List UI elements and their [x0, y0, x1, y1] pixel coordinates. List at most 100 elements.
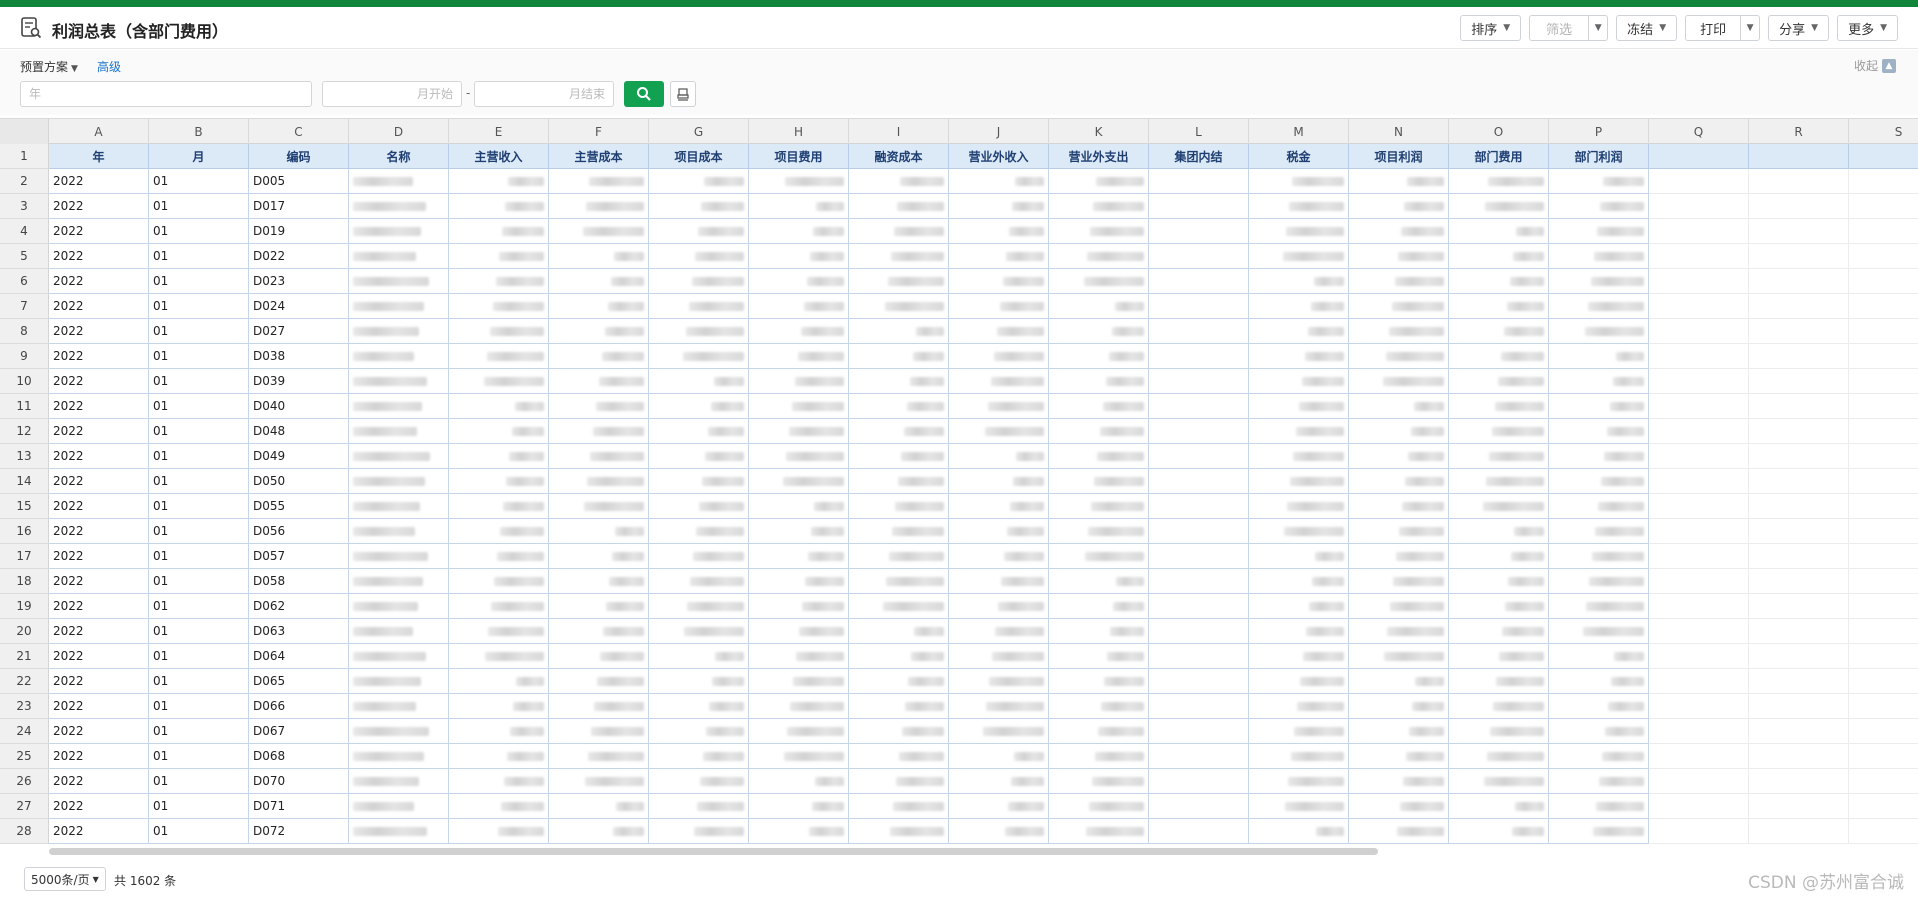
empty-cell[interactable] [1649, 769, 1749, 794]
redacted-cell[interactable] [349, 369, 449, 394]
share-button[interactable]: 分享 ▼ [1768, 15, 1830, 41]
empty-cell[interactable] [1849, 394, 1918, 419]
redacted-cell[interactable] [1549, 544, 1649, 569]
redacted-cell[interactable] [1249, 719, 1349, 744]
redacted-cell[interactable] [1349, 519, 1449, 544]
redacted-cell[interactable] [649, 669, 749, 694]
header-cell[interactable]: 主营成本 [549, 144, 649, 169]
redacted-cell[interactable] [649, 644, 749, 669]
month-cell[interactable]: 01 [149, 219, 249, 244]
redacted-cell[interactable] [449, 344, 549, 369]
redacted-cell[interactable] [1549, 694, 1649, 719]
redacted-cell[interactable] [349, 819, 449, 844]
redacted-cell[interactable] [749, 569, 849, 594]
redacted-cell[interactable] [649, 369, 749, 394]
column-header-a[interactable]: A [49, 119, 149, 144]
empty-cell[interactable] [1149, 794, 1249, 819]
redacted-cell[interactable] [549, 194, 649, 219]
redacted-cell[interactable] [1249, 319, 1349, 344]
redacted-cell[interactable] [1349, 219, 1449, 244]
empty-cell[interactable] [1149, 269, 1249, 294]
code-cell[interactable]: D019 [249, 219, 349, 244]
column-header-l[interactable]: L [1149, 119, 1249, 144]
column-header-g[interactable]: G [649, 119, 749, 144]
redacted-cell[interactable] [749, 494, 849, 519]
redacted-cell[interactable] [549, 569, 649, 594]
empty-cell[interactable] [1649, 594, 1749, 619]
redacted-cell[interactable] [1249, 469, 1349, 494]
redacted-cell[interactable] [1049, 194, 1149, 219]
empty-cell[interactable] [1849, 219, 1918, 244]
row-number[interactable]: 11 [0, 394, 49, 419]
redacted-cell[interactable] [649, 394, 749, 419]
redacted-cell[interactable] [849, 544, 949, 569]
empty-cell[interactable] [1749, 244, 1849, 269]
year-cell[interactable]: 2022 [49, 269, 149, 294]
month-cell[interactable]: 01 [149, 344, 249, 369]
redacted-cell[interactable] [1549, 644, 1649, 669]
redacted-cell[interactable] [549, 744, 649, 769]
redacted-cell[interactable] [1049, 269, 1149, 294]
empty-cell[interactable] [1649, 219, 1749, 244]
redacted-cell[interactable] [449, 269, 549, 294]
redacted-cell[interactable] [1349, 719, 1449, 744]
code-cell[interactable]: D024 [249, 294, 349, 319]
empty-cell[interactable] [1149, 669, 1249, 694]
redacted-cell[interactable] [1449, 819, 1549, 844]
year-cell[interactable]: 2022 [49, 219, 149, 244]
empty-cell[interactable] [1749, 369, 1849, 394]
redacted-cell[interactable] [1549, 794, 1649, 819]
redacted-cell[interactable] [1249, 819, 1349, 844]
empty-cell[interactable] [1749, 319, 1849, 344]
month-cell[interactable]: 01 [149, 644, 249, 669]
empty-cell[interactable] [1849, 419, 1918, 444]
redacted-cell[interactable] [1049, 294, 1149, 319]
row-number[interactable]: 24 [0, 719, 49, 744]
year-input[interactable] [20, 81, 312, 107]
more-button[interactable]: 更多 ▼ [1837, 15, 1898, 41]
redacted-cell[interactable] [449, 744, 549, 769]
redacted-cell[interactable] [449, 244, 549, 269]
redacted-cell[interactable] [1049, 494, 1149, 519]
empty-cell[interactable] [1749, 519, 1849, 544]
empty-cell[interactable] [1649, 494, 1749, 519]
redacted-cell[interactable] [349, 594, 449, 619]
row-number[interactable]: 22 [0, 669, 49, 694]
empty-cell[interactable] [1849, 319, 1918, 344]
redacted-cell[interactable] [1249, 694, 1349, 719]
redacted-cell[interactable] [749, 744, 849, 769]
redacted-cell[interactable] [1449, 319, 1549, 344]
code-cell[interactable]: D068 [249, 744, 349, 769]
month-cell[interactable]: 01 [149, 419, 249, 444]
header-cell[interactable]: 主营收入 [449, 144, 549, 169]
preset-scheme-dropdown[interactable]: 预置方案 ▼ [20, 58, 78, 75]
code-cell[interactable]: D067 [249, 719, 349, 744]
redacted-cell[interactable] [1349, 494, 1449, 519]
redacted-cell[interactable] [749, 244, 849, 269]
empty-cell[interactable] [1649, 469, 1749, 494]
month-cell[interactable]: 01 [149, 294, 249, 319]
redacted-cell[interactable] [1249, 244, 1349, 269]
redacted-cell[interactable] [849, 569, 949, 594]
row-number[interactable]: 19 [0, 594, 49, 619]
redacted-cell[interactable] [1249, 344, 1349, 369]
redacted-cell[interactable] [349, 394, 449, 419]
redacted-cell[interactable] [549, 594, 649, 619]
redacted-cell[interactable] [649, 294, 749, 319]
empty-cell[interactable] [1849, 369, 1918, 394]
redacted-cell[interactable] [849, 319, 949, 344]
empty-cell[interactable] [1649, 419, 1749, 444]
header-cell[interactable]: 税金 [1249, 144, 1349, 169]
redacted-cell[interactable] [349, 169, 449, 194]
redacted-cell[interactable] [1349, 819, 1449, 844]
column-header-h[interactable]: H [749, 119, 849, 144]
empty-cell[interactable] [1849, 769, 1918, 794]
redacted-cell[interactable] [1449, 794, 1549, 819]
empty-cell[interactable] [1649, 544, 1749, 569]
row-number[interactable]: 16 [0, 519, 49, 544]
redacted-cell[interactable] [849, 744, 949, 769]
column-header-e[interactable]: E [449, 119, 549, 144]
redacted-cell[interactable] [1349, 794, 1449, 819]
redacted-cell[interactable] [1349, 769, 1449, 794]
empty-cell[interactable] [1149, 294, 1249, 319]
